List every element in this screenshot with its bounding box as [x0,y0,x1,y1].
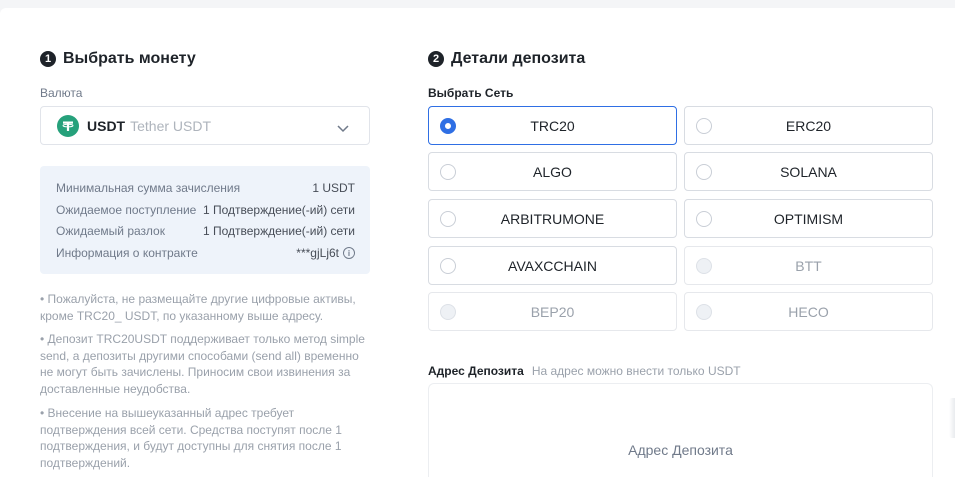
contract-address: ***gjLj6t [296,246,339,260]
coin-info-box: Минимальная сумма зачисления 1 USDT Ожид… [40,166,370,274]
tether-icon [57,114,79,137]
info-label: Информация о контракте [56,246,198,260]
currency-select[interactable]: USDT Tether USDT [40,106,370,145]
info-label: Минимальная сумма зачисления [56,181,241,195]
radio-icon [696,304,712,320]
network-name: ERC20 [785,117,832,134]
info-label: Ожидаемое поступление [56,203,197,217]
info-value: 1 Подтверждение(-ий) сети [202,224,355,238]
section-title: Детали депозита [451,50,586,67]
section-title: Выбрать монету [63,50,196,67]
network-option-trc20[interactable]: TRC20 [428,106,677,145]
note-item: • Пожалуйста, не размещайте другие цифро… [40,292,356,323]
info-row-contract: Информация о контракте ***gjLj6t i [56,245,355,261]
network-name: SOLANA [780,163,837,180]
info-row-min-deposit: Минимальная сумма зачисления 1 USDT [56,180,355,196]
info-label: Ожидаемый разлок [56,224,165,238]
network-option-solana[interactable]: SOLANA [684,152,933,191]
network-label: Выбрать Сеть [428,86,514,100]
network-name: HECO [788,303,829,320]
step-number: 1 [40,51,56,67]
network-name: ALGO [533,163,572,180]
network-name: BTT [795,257,822,274]
note-item: • Внесение на вышеуказанный адрес требуе… [40,406,342,470]
network-name: TRC20 [530,117,575,134]
deposit-address-box[interactable]: Адрес Депозита [428,383,933,477]
note-item: • Депозит TRC20USDT поддерживает только … [40,332,365,396]
info-value-contract: ***gjLj6t i [296,246,355,260]
side-handle [949,398,955,438]
radio-icon [440,304,456,320]
network-option-heco[interactable]: HECO [684,292,933,331]
radio-icon [696,118,712,134]
radio-icon [440,211,456,227]
info-row-expected-arrival: Ожидаемое поступление 1 Подтверждение(-и… [56,202,355,218]
network-name: BEP20 [530,303,575,320]
network-option-arbitrumone[interactable]: ARBITRUMONE [428,199,677,238]
step-select-coin-title: 1 Выбрать монету [40,50,196,68]
network-name: ARBITRUMONE [500,210,605,227]
network-option-algo[interactable]: ALGO [428,152,677,191]
radio-icon [440,258,456,274]
step-deposit-details-title: 2 Детали депозита [428,50,585,68]
step-number: 2 [428,51,444,67]
coin-name: Tether USDT [130,117,212,134]
radio-icon [696,211,712,227]
info-icon[interactable]: i [343,247,355,259]
network-option-optimism[interactable]: OPTIMISM [684,199,933,238]
radio-icon [440,118,456,134]
currency-label: Валюта [40,86,83,100]
deposit-address-header: Адрес Депозита На адрес можно внести тол… [428,364,741,378]
network-name: OPTIMISM [773,210,844,227]
coin-code: USDT [87,117,126,134]
network-option-avaxcchain[interactable]: AVAXCCHAIN [428,246,677,285]
network-name: AVAXCCHAIN [508,257,597,274]
radio-icon [696,164,712,180]
network-option-bep20[interactable]: BEP20 [428,292,677,331]
info-row-expected-unlock: Ожидаемый разлок 1 Подтверждение(-ий) се… [56,223,355,239]
info-value: 1 Подтверждение(-ий) сети [202,203,355,217]
deposit-address-label: Адрес Депозита [428,364,524,378]
network-option-erc20[interactable]: ERC20 [684,106,933,145]
network-option-btt[interactable]: BTT [684,246,933,285]
deposit-address-hint: На адрес можно внести только USDT [531,364,741,378]
info-value: 1 USDT [312,181,355,195]
deposit-address-placeholder: Адрес Депозита [628,442,733,458]
chevron-down-icon[interactable] [337,120,349,138]
radio-icon [696,258,712,274]
radio-icon [440,164,456,180]
